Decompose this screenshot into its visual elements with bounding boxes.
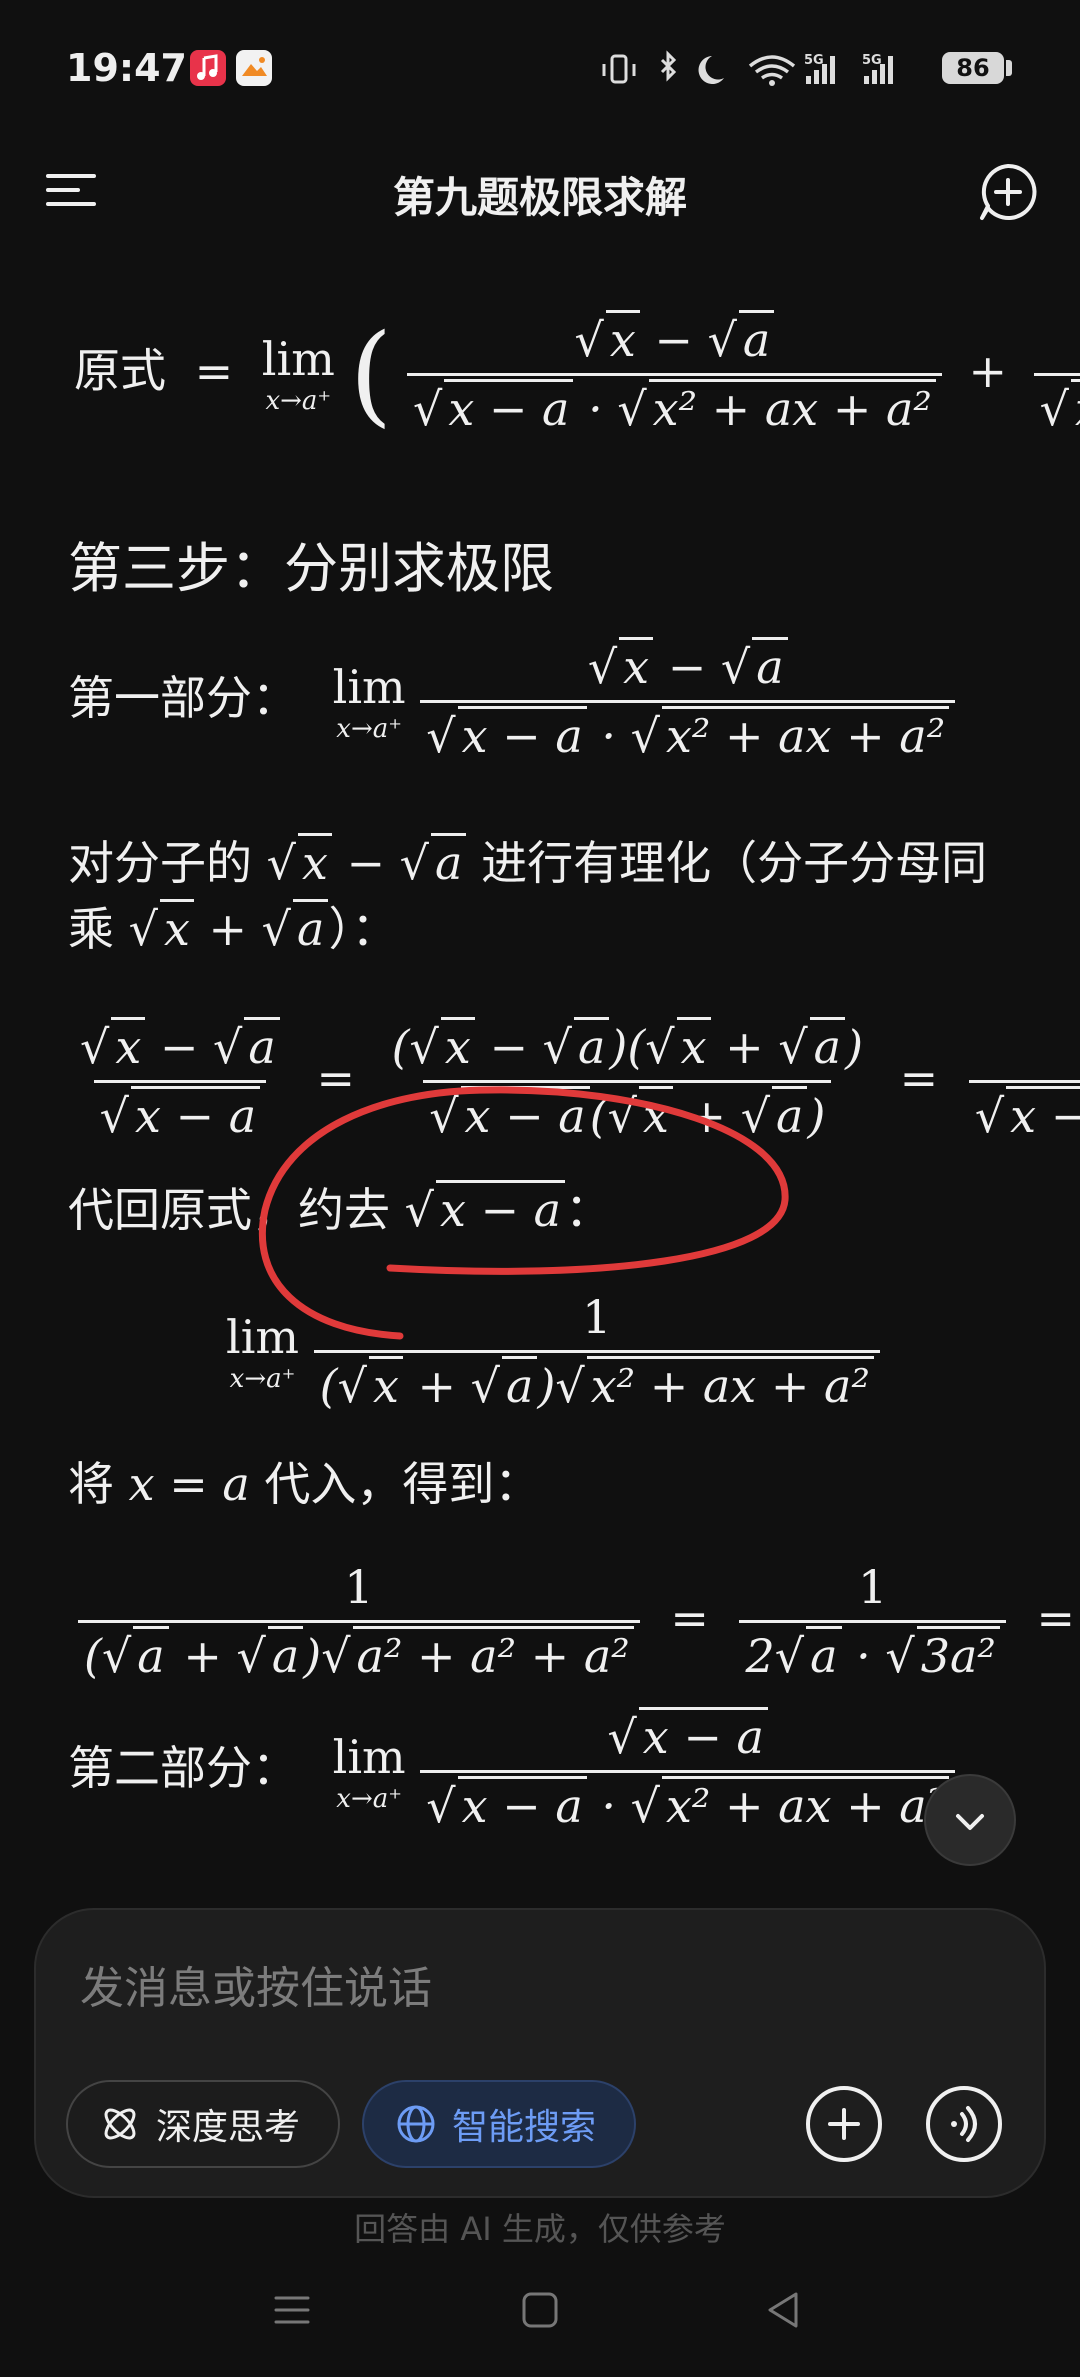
plus-icon (828, 2108, 860, 2140)
globe-icon (397, 2105, 435, 2143)
atom-icon (104, 2108, 136, 2140)
smart-search-button[interactable]: 智能搜索 (362, 2080, 636, 2168)
back-icon[interactable] (764, 2290, 804, 2330)
voice-call-button[interactable] (926, 2086, 1002, 2162)
status-icons: 5G 5G (602, 50, 893, 86)
ai-disclaimer: 回答由 AI 生成，仅供参考 (354, 2210, 726, 2248)
chevron-down-icon (956, 1814, 984, 1830)
home-icon[interactable] (520, 2290, 560, 2330)
voice-icon (951, 2106, 977, 2142)
svg-text:5G: 5G (804, 53, 824, 68)
answer-content: 原式 = lim x→a⁺ ( √ x − √ a √ x − a · √ x² + ax… (0, 250, 1080, 1850)
page-title: 第九题极限求解 (392, 173, 687, 222)
attach-button[interactable] (806, 2086, 882, 2162)
status-time: 19:47 (66, 46, 187, 90)
red-circle-annotation (258, 1086, 789, 1340)
deep-think-button[interactable]: 深度思考 (66, 2080, 340, 2168)
svg-text:5G: 5G (862, 53, 882, 68)
smart-search-label: 智能搜索 (452, 2107, 597, 2148)
new-chat-icon[interactable] (976, 160, 1040, 224)
music-app-icon (190, 50, 226, 86)
battery-tip (1006, 60, 1012, 76)
gallery-app-icon (236, 50, 272, 86)
battery-level: 86 (942, 52, 1004, 84)
scroll-down-button[interactable] (924, 1774, 1016, 1866)
message-input[interactable]: 发消息或按住说话 (80, 1952, 432, 2016)
recent-apps-icon[interactable] (272, 2290, 312, 2330)
deep-think-label: 深度思考 (156, 2107, 301, 2148)
